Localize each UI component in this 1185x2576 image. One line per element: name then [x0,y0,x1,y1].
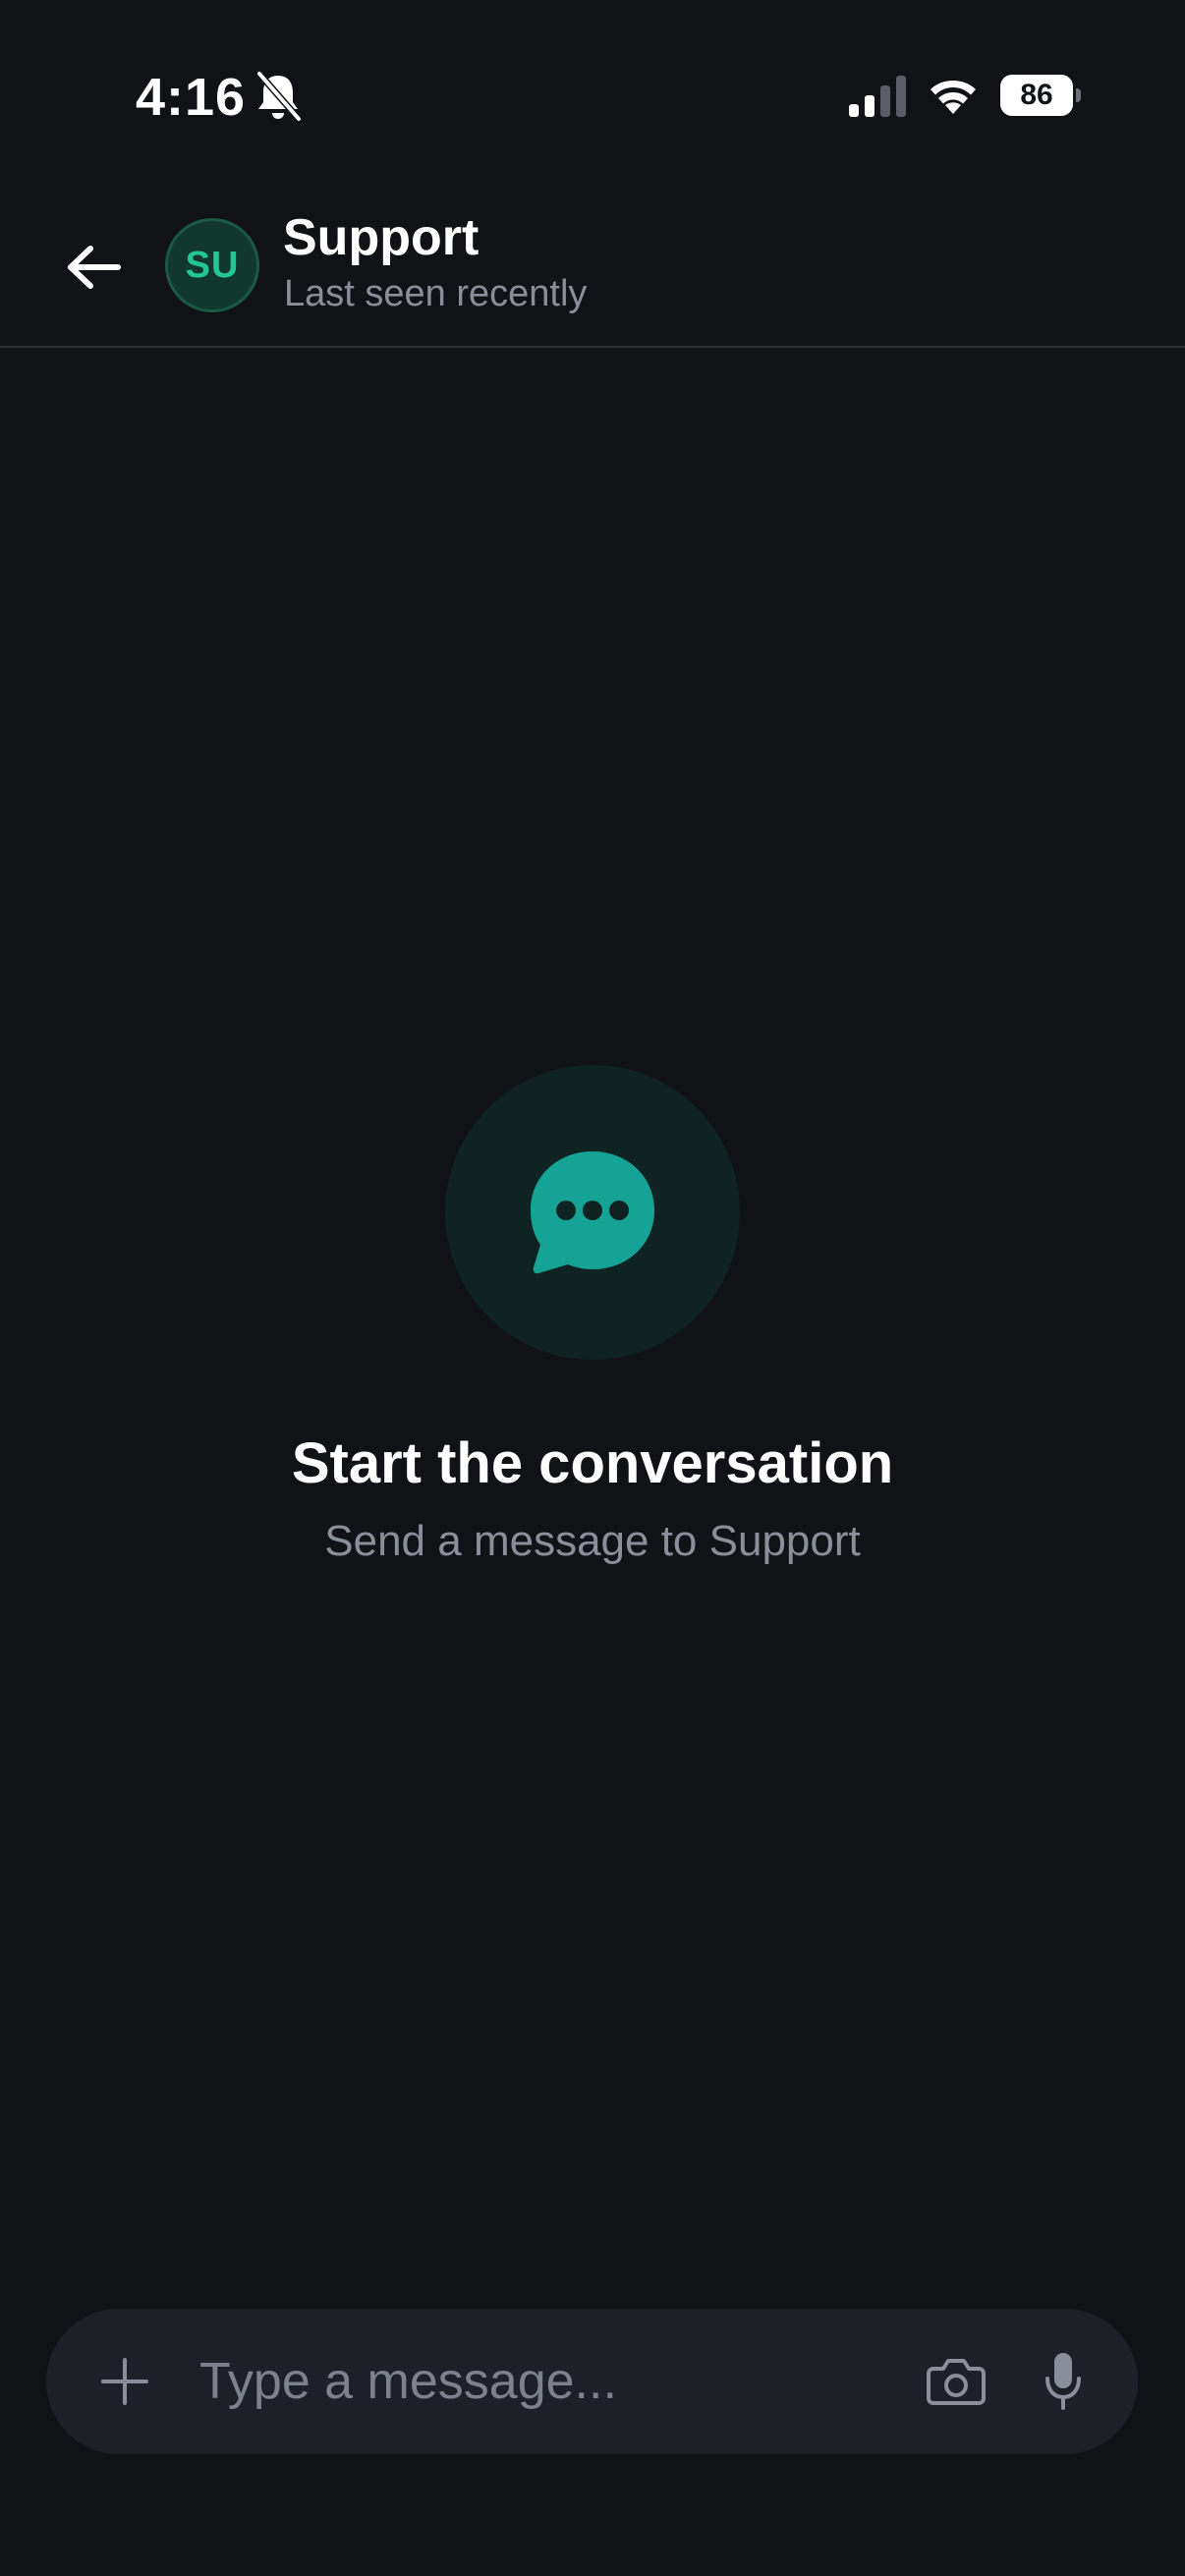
avatar[interactable]: SU [165,218,259,312]
attach-button[interactable] [85,2342,164,2421]
camera-button[interactable] [919,2344,993,2419]
camera-icon [927,2359,986,2405]
status-bar: 4:16 86 [0,0,1185,187]
message-composer [46,2309,1138,2454]
microphone-button[interactable] [1029,2340,1098,2423]
battery-icon: 86 [1000,75,1081,116]
wifi-icon [931,81,976,114]
arrow-left-icon [68,246,121,289]
empty-state-title: Start the conversation [291,1431,894,1495]
back-button[interactable] [57,230,132,305]
plus-icon [101,2358,148,2405]
chat-header: SU Support Last seen recently [0,187,1185,348]
bell-off-icon [255,71,303,122]
empty-state-subtitle: Send a message to Support [324,1517,861,1565]
cellular-signal-icon [849,76,906,117]
empty-state-icon-circle [445,1065,740,1360]
battery-level: 86 [1020,79,1053,111]
contact-status: Last seen recently [284,273,588,314]
status-time: 4:16 [136,68,247,127]
contact-name[interactable]: Support [283,208,479,267]
microphone-icon [1045,2353,1081,2410]
message-input[interactable] [199,2332,887,2431]
chat-bubble-dots-icon [531,1151,654,1274]
